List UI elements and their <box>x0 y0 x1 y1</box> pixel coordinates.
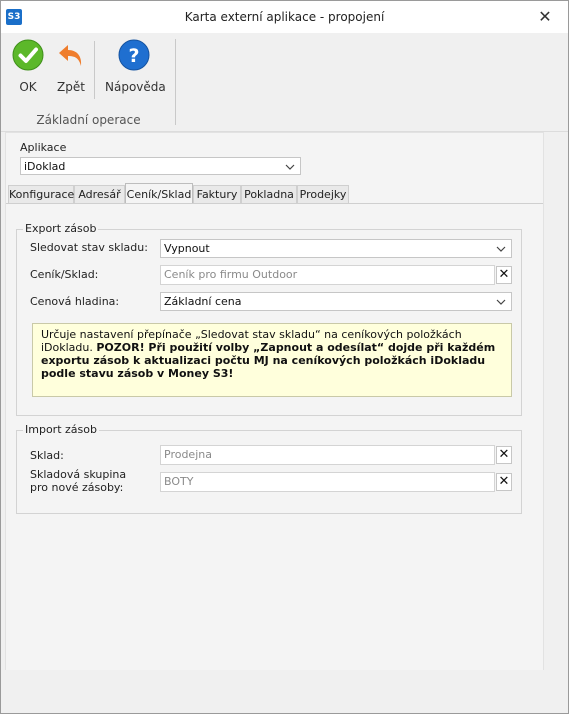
skupina-label-line2: pro nové zásoby: <box>30 481 124 494</box>
undo-arrow-icon <box>59 45 82 66</box>
ribbon-group-label: Základní operace <box>36 113 141 127</box>
window-title: Karta externí aplikace - propojení <box>184 10 385 24</box>
sledovat-label: Sledovat stav skladu: <box>30 241 148 254</box>
help-label: Nápověda <box>105 80 166 94</box>
chevron-down-icon <box>496 246 506 252</box>
info-note: Určuje nastavení přepínače „Sledovat sta… <box>32 323 512 397</box>
help-button[interactable]: ? Nápověda <box>105 39 166 94</box>
ribbon-toolbar: OK Zpět ? Nápověda Základní operace <box>1 33 568 132</box>
tab-faktury[interactable]: Faktury <box>193 185 241 203</box>
sledovat-value: Vypnout <box>164 242 210 255</box>
skupina-label: Skladová skupina pro nové zásoby: <box>30 468 126 494</box>
tab-konfigurace[interactable]: Konfigurace <box>8 185 74 203</box>
export-group-title: Export zásob <box>23 222 99 235</box>
sklad-field[interactable]: Prodejna <box>160 445 495 465</box>
dialog-window: S3 Karta externí aplikace - propojení ✕ … <box>0 0 569 714</box>
check-circle-icon <box>12 39 44 71</box>
import-group: Import zásob Sklad: Prodejna ✕ Skladová … <box>16 423 522 514</box>
skupina-label-line1: Skladová skupina <box>30 468 127 481</box>
tab-prodejky[interactable]: Prodejky <box>297 185 349 203</box>
aplikace-value: iDoklad <box>24 160 66 173</box>
cenik-clear-button[interactable]: ✕ <box>496 266 512 284</box>
info-note-warning: POZOR! Při použití volby „Zapnout a odes… <box>41 341 496 380</box>
tab-pokladna[interactable]: Pokladna <box>241 185 297 203</box>
tab-pane-cenik-sklad: Export zásob Sledovat stav skladu: Vypno… <box>6 203 543 670</box>
close-icon: ✕ <box>498 267 510 282</box>
close-icon: ✕ <box>498 474 510 489</box>
question-circle-icon: ? <box>118 39 150 71</box>
chevron-down-icon <box>496 299 506 305</box>
hladina-label: Cenová hladina: <box>30 295 120 308</box>
back-label: Zpět <box>57 80 85 94</box>
title-bar: S3 Karta externí aplikace - propojení ✕ <box>1 1 568 33</box>
svg-text:?: ? <box>128 45 139 67</box>
hladina-select[interactable]: Základní cena <box>160 292 512 311</box>
content-panel: Aplikace iDoklad Konfigurace Adresář Cen… <box>5 132 544 670</box>
ribbon-group-separator <box>175 39 176 125</box>
tab-cenik-sklad[interactable]: Ceník/Sklad <box>125 183 193 204</box>
aplikace-label: Aplikace <box>20 141 67 154</box>
ok-button[interactable]: OK <box>10 39 46 94</box>
ribbon-separator <box>94 41 95 99</box>
cenik-field[interactable]: Ceník pro firmu Outdoor <box>160 265 495 285</box>
skupina-clear-button[interactable]: ✕ <box>496 473 512 491</box>
back-button[interactable]: Zpět <box>53 39 89 94</box>
cenik-label: Ceník/Sklad: <box>30 268 99 281</box>
skupina-field[interactable]: BOTY <box>160 472 495 492</box>
aplikace-select[interactable]: iDoklad <box>20 157 301 175</box>
sklad-clear-button[interactable]: ✕ <box>496 446 512 464</box>
close-button[interactable]: ✕ <box>522 1 568 33</box>
close-icon: ✕ <box>498 447 510 462</box>
ok-label: OK <box>19 80 37 94</box>
tab-adresar[interactable]: Adresář <box>74 185 125 203</box>
export-group: Export zásob Sledovat stav skladu: Vypno… <box>16 222 522 416</box>
hladina-value: Základní cena <box>164 295 242 308</box>
sklad-label: Sklad: <box>30 449 64 462</box>
chevron-down-icon <box>285 164 295 170</box>
sledovat-select[interactable]: Vypnout <box>160 239 512 258</box>
import-group-title: Import zásob <box>23 423 99 436</box>
